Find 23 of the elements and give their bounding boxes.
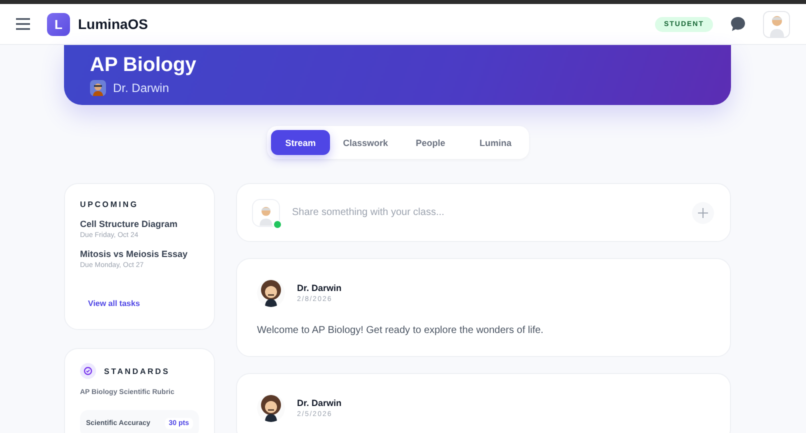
plus-icon xyxy=(698,208,708,218)
app-name: LuminaOS xyxy=(78,16,148,32)
card-title: UPCOMING xyxy=(80,200,140,209)
author-avatar-icon xyxy=(257,279,285,307)
tab[interactable]: People xyxy=(401,130,460,155)
post-input-field[interactable]: Share something with your class... xyxy=(290,206,682,219)
author-name: Dr. Darwin xyxy=(297,283,342,293)
card-title: STANDARDS xyxy=(104,366,170,376)
author-avatar-icon xyxy=(257,394,285,422)
course-title: AP Biology xyxy=(90,54,198,76)
task-name[interactable]: Cell Structure Diagram xyxy=(80,219,199,229)
logo-tile[interactable]: L xyxy=(47,12,70,36)
menu-icon[interactable] xyxy=(16,18,30,30)
tab[interactable]: Lumina xyxy=(466,130,525,155)
tab[interactable]: Classwork xyxy=(336,130,395,155)
chat-bubble-icon[interactable] xyxy=(730,16,746,32)
teacher-name: Dr. Darwin xyxy=(113,81,170,95)
author-name: Dr. Darwin xyxy=(297,398,342,408)
task-name[interactable]: Mitosis vs Meiosis Essay xyxy=(80,249,199,259)
post-text: Welcome to AP Biology! Get ready to explore the wonders of life. xyxy=(257,325,544,336)
view-all-link[interactable]: View all tasks xyxy=(88,299,140,308)
tab[interactable]: Stream xyxy=(271,130,330,155)
teacher-avatar-icon xyxy=(90,80,106,96)
